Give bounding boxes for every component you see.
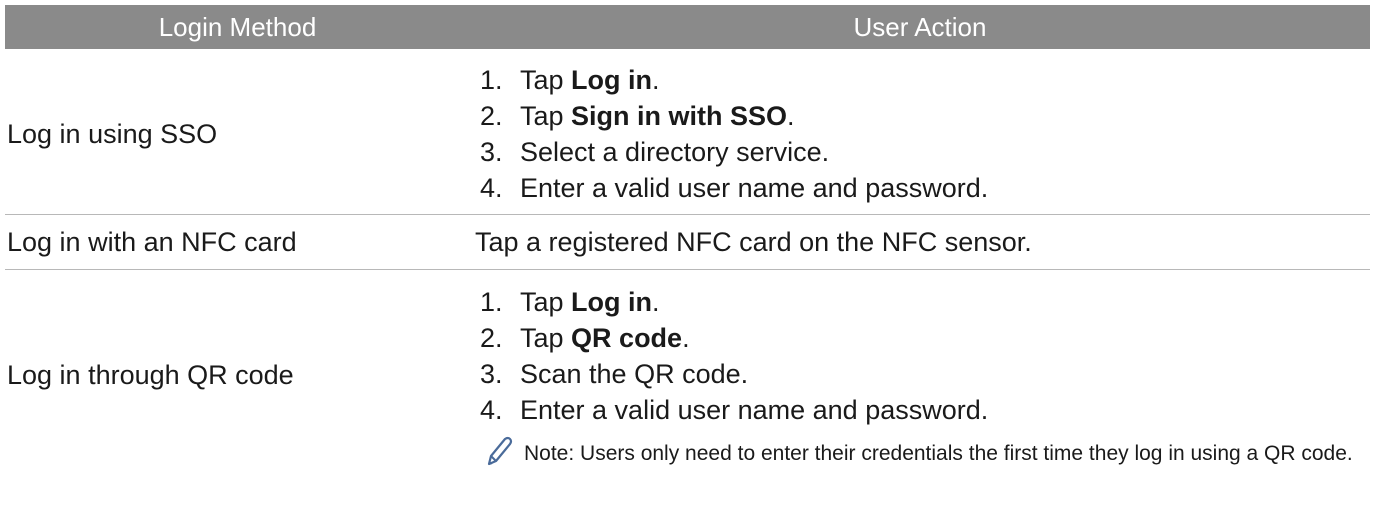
- method-cell: Log in using SSO: [7, 119, 218, 149]
- step-text: Select a directory service.: [520, 137, 830, 167]
- login-methods-table: Login Method User Action Log in using SS…: [5, 5, 1370, 517]
- step-punct: .: [682, 323, 690, 353]
- step-text: Scan the QR code.: [520, 359, 749, 389]
- step-ui-label: Sign in with SSO: [571, 101, 788, 131]
- method-cell: Log in with an NFC card: [7, 226, 297, 257]
- step-punct: .: [787, 101, 795, 131]
- step-number: 4.: [480, 173, 503, 203]
- step-punct: .: [652, 65, 660, 95]
- step-item: 1. Tap Log in.: [480, 62, 1370, 98]
- step-number: 2.: [480, 101, 503, 131]
- note-text: Note: Users only need to enter their cre…: [524, 442, 1353, 465]
- step-text: Tap: [520, 287, 572, 317]
- table-row-sso: Log in using SSO 1. Tap Log in. 2. Tap Sig…: [5, 49, 1370, 215]
- step-ui-label: Log in: [571, 65, 653, 95]
- step-item: 4. Enter a valid user name and password.: [480, 392, 1370, 428]
- step-number: 3.: [480, 359, 503, 389]
- step-number: 2.: [480, 323, 503, 353]
- step-item: 3. Select a directory service.: [480, 134, 1370, 170]
- action-cell: 1. Tap Log in. 2. Tap Sign in with SSO. 3.…: [470, 49, 1370, 214]
- step-ui-label: Log in: [571, 287, 653, 317]
- step-punct: .: [652, 287, 660, 317]
- table-header: Login Method User Action: [5, 5, 1370, 49]
- pencil-icon: [480, 434, 524, 470]
- step-item: 2. Tap Sign in with SSO.: [480, 98, 1370, 134]
- action-cell: 1. Tap Log in. 2. Tap QR code. 3. Scan the …: [470, 270, 1370, 517]
- steps-list: 1. Tap Log in. 2. Tap Sign in with SSO. 3.…: [480, 62, 1370, 206]
- step-text: Tap: [520, 65, 572, 95]
- step-text: Enter a valid user name and password.: [520, 173, 989, 203]
- step-item: 3. Scan the QR code.: [480, 356, 1370, 392]
- header-login-method: Login Method: [158, 11, 317, 42]
- step-ui-label: QR code: [571, 323, 683, 353]
- step-number: 4.: [480, 395, 503, 425]
- step-text: Enter a valid user name and password.: [520, 395, 989, 425]
- step-number: 3.: [480, 137, 503, 167]
- step-text: Tap: [520, 323, 572, 353]
- step-item: 1. Tap Log in.: [480, 284, 1370, 320]
- step-item: 4. Enter a valid user name and password.: [480, 170, 1370, 206]
- table-row-qr: Log in through QR code 1. Tap Log in. 2. T…: [5, 270, 1370, 517]
- step-item: 2. Tap QR code.: [480, 320, 1370, 356]
- steps-list: 1. Tap Log in. 2. Tap QR code. 3. Scan the …: [480, 284, 1370, 428]
- action-cell: Tap a registered NFC card on the NFC sen…: [475, 226, 1032, 257]
- note-block: Note: Users only need to enter their cre…: [480, 434, 1370, 474]
- method-cell: Log in through QR code: [7, 360, 294, 390]
- header-user-action: User Action: [853, 11, 987, 42]
- step-number: 1.: [480, 65, 503, 95]
- table-row-nfc: Log in with an NFC card Tap a registered…: [5, 215, 1370, 270]
- step-number: 1.: [480, 287, 503, 317]
- step-text: Tap: [520, 101, 572, 131]
